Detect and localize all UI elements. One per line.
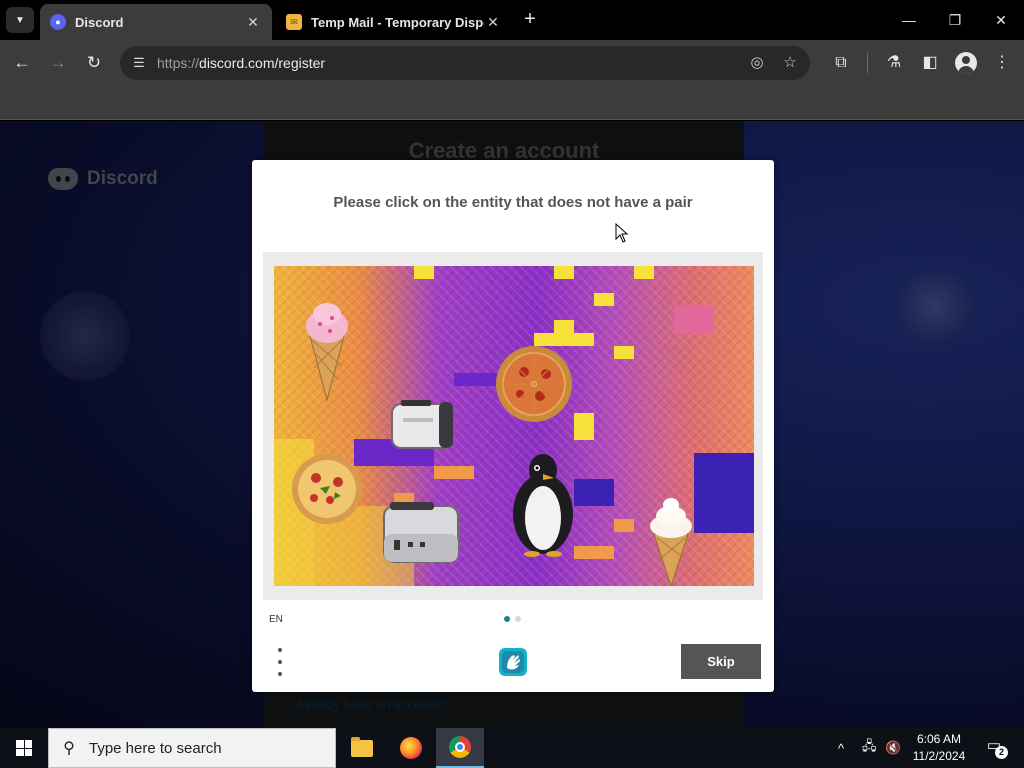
challenge-prompt: Please click on the entity that does not… xyxy=(333,194,693,211)
penguin-icon[interactable] xyxy=(502,448,584,558)
temp-mail-favicon-icon: ✉ xyxy=(286,14,302,30)
pattern-block xyxy=(594,293,614,306)
bookmark-star-icon[interactable]: ☆ xyxy=(780,53,800,73)
pattern-block xyxy=(614,519,634,532)
clock-date: 11/2/2024 xyxy=(912,749,966,763)
minimize-button[interactable]: — xyxy=(886,8,932,32)
labs-flask-icon[interactable]: ⚗ xyxy=(883,52,905,74)
taskbar-search-box[interactable]: ⚲ Type here to search xyxy=(48,728,336,768)
pattern-block xyxy=(414,266,434,279)
clock-time: 6:06 AM xyxy=(916,732,962,746)
system-clock[interactable]: 6:06 AM 11/2/2024 xyxy=(906,731,972,765)
notification-center-button[interactable]: ▭ 2 xyxy=(982,736,1008,760)
tab-title: Temp Mail - Temporary Dispo xyxy=(311,14,484,30)
tab-search-button[interactable]: ▼ xyxy=(6,7,34,33)
pizza-icon[interactable] xyxy=(494,344,574,424)
file-explorer-button[interactable] xyxy=(338,728,386,768)
windows-logo-icon xyxy=(16,740,32,756)
windows-taskbar: ⚲ Type here to search ^ 🖧 🔇 6:06 AM 11/2… xyxy=(0,728,1024,768)
menu-dot xyxy=(278,660,282,664)
tab-title: Discord xyxy=(75,14,124,30)
extensions-icon[interactable]: ⧉ xyxy=(830,52,852,74)
reload-button[interactable]: ↻ xyxy=(82,51,106,75)
toaster-icon[interactable] xyxy=(380,494,462,566)
back-button[interactable]: ← xyxy=(10,51,34,75)
discord-favicon-icon: ● xyxy=(50,14,66,30)
search-icon: ⚲ xyxy=(63,740,75,757)
ice-cream-cone-icon[interactable] xyxy=(302,296,352,401)
network-icon[interactable]: 🖧 xyxy=(862,728,877,768)
side-panel-icon[interactable]: ◧ xyxy=(919,52,941,74)
hcaptcha-logo-icon xyxy=(499,648,527,676)
bookmark-bar xyxy=(0,86,1024,120)
progress-dot xyxy=(515,616,521,622)
address-bar[interactable]: ☰ https://discord.com/register ◎ ☆ xyxy=(120,46,810,80)
challenge-image[interactable] xyxy=(274,266,754,586)
close-tab-icon[interactable]: ✕ xyxy=(244,14,262,31)
pattern-block xyxy=(554,320,574,333)
skip-button[interactable]: Skip xyxy=(681,644,761,679)
close-tab-icon[interactable]: ✕ xyxy=(484,14,502,31)
progress-dot-current xyxy=(504,616,510,622)
toaster-icon[interactable] xyxy=(389,396,459,451)
show-hidden-icons-button[interactable]: ^ xyxy=(838,728,844,768)
chrome-button[interactable] xyxy=(436,728,484,768)
ice-cream-cone-icon[interactable] xyxy=(646,496,696,586)
menu-dot xyxy=(278,648,282,652)
toolbar-divider xyxy=(867,53,868,73)
close-window-button[interactable]: ✕ xyxy=(978,8,1024,32)
url-text: https://discord.com/register xyxy=(157,55,326,71)
profile-avatar-icon[interactable] xyxy=(955,52,977,74)
eye-off-icon[interactable]: ◎ xyxy=(747,53,767,73)
start-button[interactable] xyxy=(0,728,48,768)
captcha-menu-button[interactable] xyxy=(272,648,288,676)
more-menu-icon[interactable]: ⋮ xyxy=(991,52,1013,74)
browser-tab-strip: ▼ ● Discord ✕ ✉ Temp Mail - Temporary Di… xyxy=(0,0,1024,40)
pattern-block xyxy=(434,466,474,479)
mouse-cursor-icon xyxy=(615,223,629,243)
pattern-block xyxy=(614,346,634,359)
pizza-icon[interactable] xyxy=(290,452,364,526)
site-info-icon[interactable]: ☰ xyxy=(130,54,148,72)
tab-temp-mail[interactable]: ✉ Temp Mail - Temporary Dispo ✕ xyxy=(276,4,512,40)
search-placeholder: Type here to search xyxy=(89,739,222,757)
pattern-block xyxy=(554,266,574,279)
language-selector[interactable]: EN xyxy=(269,614,283,625)
firefox-button[interactable] xyxy=(387,728,435,768)
challenge-image-frame xyxy=(263,252,763,600)
pattern-block xyxy=(634,266,654,279)
hcaptcha-challenge: Please click on the entity that does not… xyxy=(252,160,774,692)
notification-count-badge: 2 xyxy=(995,746,1008,759)
browser-toolbar: ← → ↻ ☰ https://discord.com/register ◎ ☆ xyxy=(0,40,1024,86)
forward-button[interactable]: → xyxy=(46,51,70,75)
restore-button[interactable]: ❐ xyxy=(932,8,978,32)
chrome-icon xyxy=(449,736,471,758)
pattern-block xyxy=(574,413,594,440)
firefox-icon xyxy=(400,737,422,759)
volume-muted-icon[interactable]: 🔇 xyxy=(885,728,901,768)
pattern-block xyxy=(674,306,714,333)
tab-discord[interactable]: ● Discord ✕ xyxy=(40,4,272,40)
file-explorer-icon xyxy=(351,736,373,757)
new-tab-button[interactable]: + xyxy=(518,8,542,32)
pattern-block xyxy=(694,453,754,533)
menu-dot xyxy=(278,672,282,676)
